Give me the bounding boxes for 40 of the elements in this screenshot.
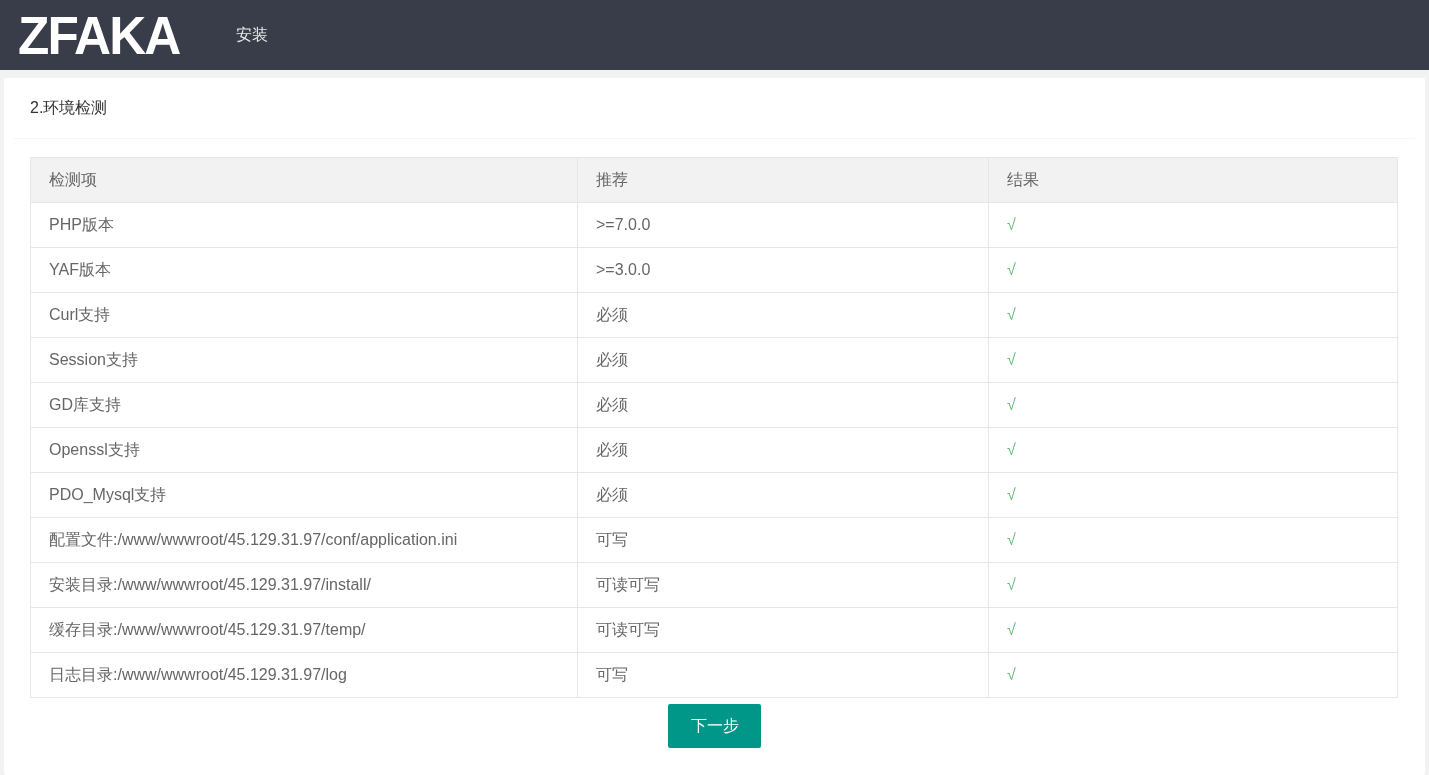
table-cell: PHP版本 [30, 202, 578, 248]
table-cell: 安装目录:/www/wwwroot/45.129.31.97/install/ [30, 562, 578, 608]
table-cell: 可读可写 [577, 562, 989, 608]
table-cell: 可读可写 [577, 607, 989, 653]
table-cell: 必须 [577, 472, 989, 518]
table-cell: √ [988, 652, 1398, 698]
table-cell: √ [988, 292, 1398, 338]
table-cell: √ [988, 247, 1398, 293]
table-cell: √ [988, 337, 1398, 383]
table-cell: √ [988, 202, 1398, 248]
logo: ZFAKA [18, 8, 180, 62]
table-cell: >=3.0.0 [577, 247, 989, 293]
table-cell: PDO_Mysql支持 [30, 472, 578, 518]
table-cell: 日志目录:/www/wwwroot/45.129.31.97/log [30, 652, 578, 698]
table-cell: 必须 [577, 292, 989, 338]
table-cell: √ [988, 562, 1398, 608]
table-cell: Curl支持 [30, 292, 578, 338]
table-cell: √ [988, 382, 1398, 428]
table-cell: 配置文件:/www/wwwroot/45.129.31.97/conf/application.ini [30, 517, 578, 563]
table-cell: 可写 [577, 652, 989, 698]
table-cell: 必须 [577, 427, 989, 473]
table-cell: YAF版本 [30, 247, 578, 293]
table-cell: √ [988, 607, 1398, 653]
card-title: 2.环境检测 [14, 78, 1415, 139]
table-cell: √ [988, 427, 1398, 473]
table-cell: GD库支持 [30, 382, 578, 428]
table-cell: 缓存目录:/www/wwwroot/45.129.31.97/temp/ [30, 607, 578, 653]
table-cell: 必须 [577, 382, 989, 428]
table-cell: √ [988, 517, 1398, 563]
table-cell: Openssl支持 [30, 427, 578, 473]
column-header: 推荐 [577, 157, 989, 203]
table-cell: 必须 [577, 337, 989, 383]
table-cell: √ [988, 472, 1398, 518]
column-header: 检测项 [30, 157, 578, 203]
column-header: 结果 [988, 157, 1398, 203]
nav-link[interactable]: 安装 [236, 24, 268, 46]
table-cell: >=7.0.0 [577, 202, 989, 248]
table-cell: Session支持 [30, 337, 578, 383]
table-cell: 可写 [577, 517, 989, 563]
next-button[interactable]: 下一步 [668, 704, 761, 748]
